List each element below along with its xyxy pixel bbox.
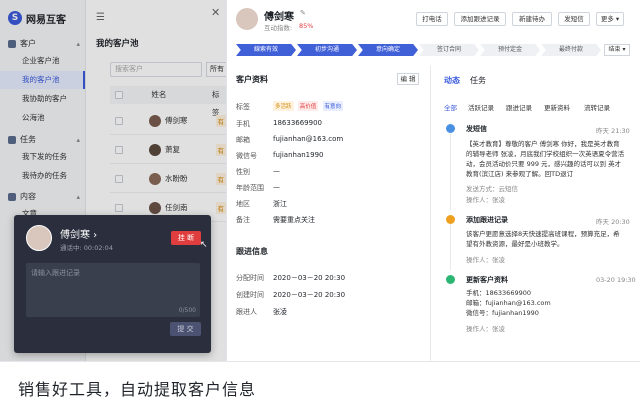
tab-tasks[interactable]: 任务 (470, 75, 486, 86)
cursor-icon: ↖ (200, 240, 208, 250)
tag-list: 多活跃 高价值 有意向 (273, 101, 345, 111)
field-label: 性别 (236, 168, 250, 176)
caption-bar: 销售好工具，自动提取客户信息 (0, 361, 640, 410)
field-value: fujianhan1990 (273, 151, 324, 159)
video-screen[interactable]: S 网易互客 客户 ▴ 企业客户池 我的客户池 我协助的客户 公海池 任务 ▴ … (0, 0, 640, 361)
filter-update[interactable]: 更新资料 (544, 102, 570, 112)
field-label: 地区 (236, 200, 250, 208)
field-label: 备注 (236, 216, 250, 224)
stage-progress: 線索有效 初步沟通 意向确定 签订合同 预付定金 最终付款 (236, 44, 602, 56)
feed-text: 该客户更愿意选择8天快速提高班课程，预算充足，希望有外教资源，最好是小班教学。 (466, 230, 620, 248)
feed-sub: 操作人：张凌 (466, 325, 505, 333)
field-label: 标签 (236, 103, 250, 111)
filter-follow[interactable]: 跟进记录 (506, 102, 532, 112)
call-popup: 傅剑寒 › 通话中: 00:02:04 挂 断 请输入跟进记录 0/500 提 … (14, 215, 211, 353)
field-value: 18633669900 (273, 119, 322, 127)
caption-text: 销售好工具，自动提取客户信息 (18, 380, 257, 399)
stage-end-select[interactable]: 结束 ▾ (604, 44, 630, 56)
stage-step[interactable]: 線索有效 (236, 44, 296, 56)
field-value: 浙江 (273, 200, 287, 208)
field-value: fujianhan@163.com (273, 135, 344, 143)
submit-button[interactable]: 提 交 (170, 322, 201, 336)
send-sms-button[interactable]: 发短信 (558, 12, 590, 26)
field-label: 跟进人 (236, 308, 257, 316)
caller-avatar (26, 225, 52, 251)
field-value: 需要重点关注 (273, 216, 315, 224)
follow-record-icon (446, 215, 455, 224)
feed-sub: 操作人：张凌 (466, 256, 505, 264)
feed-sub: 发送方式：云短信 (466, 185, 518, 193)
stage-step[interactable]: 签订合同 (419, 44, 479, 56)
profile-edit-button[interactable]: 编 辑 (397, 73, 419, 85)
timeline-line (450, 134, 451, 210)
customer-avatar (236, 8, 258, 30)
filter-all[interactable]: 全部 (444, 102, 457, 112)
new-todo-button[interactable]: 新建待办 (512, 12, 552, 26)
add-follow-button[interactable]: 添加跟进记录 (454, 12, 506, 26)
feed-title: 发短信 (466, 125, 487, 133)
feed-time: 昨天 20:30 (596, 218, 630, 226)
caller-name[interactable]: 傅剑寒 › (60, 226, 97, 241)
hangup-button[interactable]: 挂 断 (171, 231, 201, 245)
more-button[interactable]: 更多 ▾ (596, 12, 624, 26)
edit-name-icon[interactable]: ✎ (300, 9, 306, 17)
feed-time: 昨天 21:30 (596, 127, 630, 135)
field-label: 年龄范围 (236, 184, 264, 192)
char-count: 0/500 (178, 307, 196, 314)
feed-time: 03-20 19:30 (596, 276, 636, 284)
video-frame: S 网易互客 客户 ▴ 企业客户池 我的客户池 我协助的客户 公海池 任务 ▴ … (0, 0, 640, 410)
stage-step[interactable]: 预付定金 (480, 44, 540, 56)
update-icon (446, 275, 455, 284)
stage-step[interactable]: 初步沟通 (297, 44, 357, 56)
field-value: — (273, 167, 280, 175)
video-timer: 00:13 (589, 336, 630, 349)
customer-name: 傅剑寒 (264, 12, 294, 23)
filter-transfer[interactable]: 流转记录 (584, 102, 610, 112)
filter-active[interactable]: 活跃记录 (468, 102, 494, 112)
tag: 多活跃 (273, 101, 294, 111)
field-value: 2020－03－20 20:30 (273, 291, 346, 299)
feed-text: 【英才教育】尊敬的客户 傅剑寒 你好，我是英才教育的辅导老师 张凌，月底我们学校… (466, 140, 625, 178)
feed-text: 手机：18633669900 邮箱：fujianhan@163.com 微信号：… (466, 289, 551, 317)
field-value: — (273, 183, 280, 191)
field-label: 创建时间 (236, 291, 264, 299)
profile-title: 客户资料 (236, 75, 268, 84)
tag: 高价值 (297, 101, 319, 111)
feed-sub: 操作人：张凌 (466, 196, 505, 204)
play-icon[interactable] (296, 161, 346, 205)
tab-activity[interactable]: 动态 (444, 75, 460, 86)
tag: 有意向 (322, 101, 344, 111)
stage-step[interactable]: 意向确定 (358, 44, 418, 56)
stage-step[interactable]: 最终付款 (541, 44, 601, 56)
field-label: 手机 (236, 120, 250, 128)
sms-icon (446, 124, 455, 133)
field-label: 微信号 (236, 152, 257, 160)
score-label: 互动指数: (264, 24, 293, 32)
field-value: 2020－03－20 20:30 (273, 274, 346, 282)
panel-divider (430, 66, 431, 361)
field-value: 张凌 (273, 308, 287, 316)
call-status: 通话中: 00:02:04 (60, 244, 113, 252)
follow-title: 跟进信息 (236, 247, 268, 256)
call-button[interactable]: 打电话 (416, 12, 448, 26)
field-label: 邮箱 (236, 136, 250, 144)
feed-title: 添加跟进记录 (466, 216, 508, 224)
feed-title: 更新客户资料 (466, 276, 508, 284)
score-value: 85% (299, 22, 314, 30)
field-label: 分配时间 (236, 274, 264, 282)
timeline-line (450, 224, 451, 270)
follow-note-input[interactable]: 请输入跟进记录 0/500 (26, 263, 200, 317)
